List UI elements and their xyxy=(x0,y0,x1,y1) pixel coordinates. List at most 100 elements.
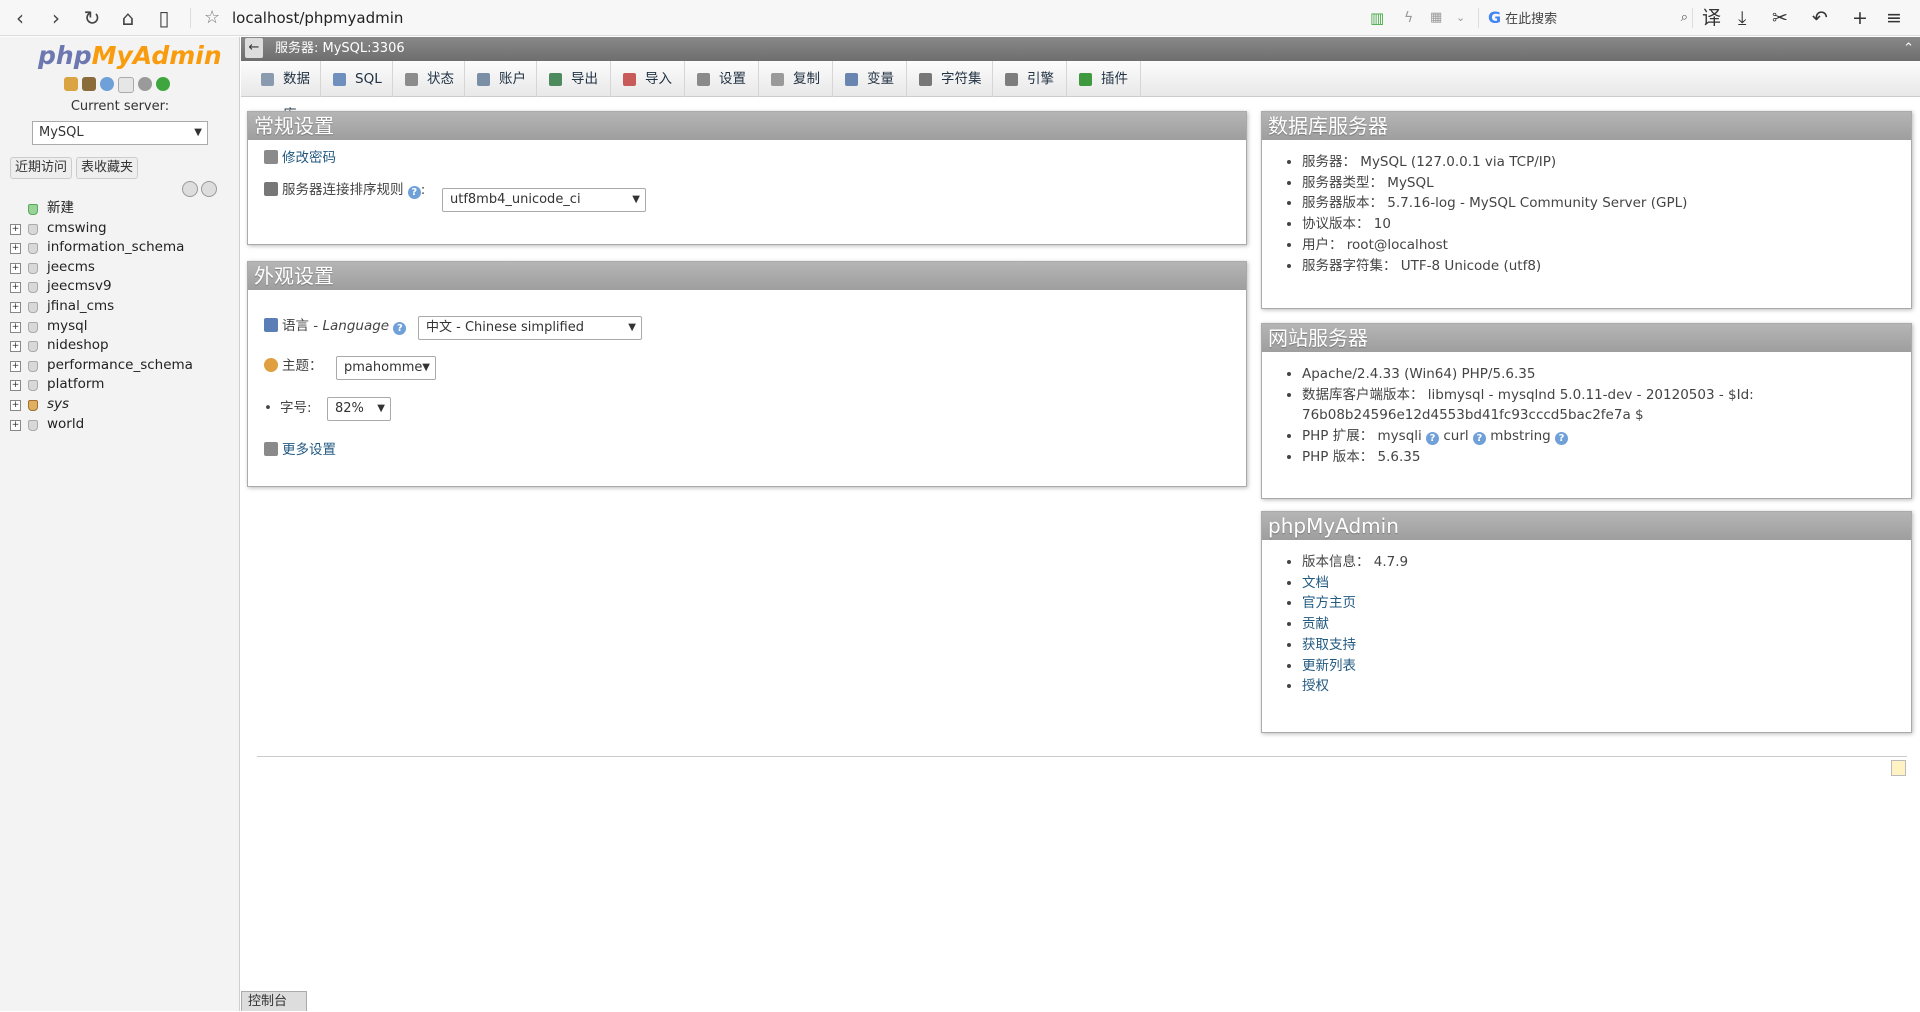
forward-icon[interactable]: › xyxy=(44,6,68,30)
bookmark-star-icon[interactable]: ☆ xyxy=(204,6,220,30)
download-icon[interactable]: ⤓ xyxy=(1738,6,1746,30)
tab-engines[interactable]: 引擎 xyxy=(993,61,1067,97)
tree-item-jeecmsv9[interactable]: + jeecmsv9 xyxy=(8,277,193,297)
contribute-link[interactable]: 贡献 xyxy=(1302,616,1329,632)
collation-select[interactable]: utf8mb4_unicode_ci ▼ xyxy=(442,188,646,212)
tab-import[interactable]: 导入 xyxy=(611,61,685,97)
font-size-select[interactable]: 82% ▼ xyxy=(327,397,391,421)
expand-icon[interactable]: + xyxy=(10,360,21,372)
screenshot-icon[interactable]: ✂ xyxy=(1772,6,1788,30)
tab-databases[interactable]: 数据库 xyxy=(249,61,321,123)
server-info-list: 服务器： MySQL (127.0.0.1 via TCP/IP) 服务器类型：… xyxy=(1262,152,1911,276)
home-icon[interactable] xyxy=(64,77,78,91)
charset-icon xyxy=(919,73,932,86)
database-tree: 新建 + cmswing + information_schema + jeecms … xyxy=(8,199,193,434)
gear-icon[interactable] xyxy=(138,77,152,91)
expand-icon[interactable]: + xyxy=(10,380,21,392)
tree-item-sys[interactable]: + sys xyxy=(8,395,193,415)
favorite-tables-button[interactable]: 表收藏夹 xyxy=(76,157,139,179)
expand-icon[interactable]: + xyxy=(10,321,21,333)
collapse-all-icon[interactable] xyxy=(182,181,198,197)
changelog-link[interactable]: 更新列表 xyxy=(1302,658,1356,674)
document-icon[interactable] xyxy=(1891,760,1906,776)
tree-item-information-schema[interactable]: + information_schema xyxy=(8,238,193,258)
tab-status[interactable]: 状态 xyxy=(393,61,465,97)
tree-item-new[interactable]: 新建 xyxy=(8,199,193,219)
variables-icon xyxy=(845,73,858,86)
address-bar[interactable]: localhost/phpmyadmin xyxy=(232,6,403,30)
link-icon[interactable] xyxy=(201,181,217,197)
tab-replication[interactable]: 复制 xyxy=(759,61,833,97)
undo-icon[interactable]: ↶ xyxy=(1812,6,1828,30)
help-icon[interactable] xyxy=(100,77,114,91)
tree-item-jeecms[interactable]: + jeecms xyxy=(8,258,193,278)
tab-variables[interactable]: 变量 xyxy=(833,61,907,97)
server-select[interactable]: MySQL ▼ xyxy=(32,121,208,145)
search-box[interactable]: G 在此搜索 ⌕ xyxy=(1488,6,1688,30)
database-icon xyxy=(261,73,274,86)
expand-icon[interactable]: + xyxy=(10,223,21,235)
tab-plugins[interactable]: 插件 xyxy=(1067,61,1141,97)
tab-export[interactable]: 导出 xyxy=(537,61,611,97)
theme-select[interactable]: pmahomme ▼ xyxy=(336,356,436,380)
help-icon[interactable]: ? xyxy=(1472,432,1486,446)
tree-item-cmswing[interactable]: + cmswing xyxy=(8,219,193,239)
help-icon[interactable]: ? xyxy=(393,322,407,335)
tab-sql[interactable]: SQL xyxy=(321,61,393,97)
logout-icon[interactable] xyxy=(82,77,96,91)
search-input[interactable]: 在此搜索 xyxy=(1505,12,1557,27)
menu-icon[interactable]: ≡ xyxy=(1886,6,1902,30)
expand-icon[interactable]: + xyxy=(10,262,21,274)
console-toggle[interactable]: 控制台 xyxy=(241,991,307,1011)
flash-icon[interactable]: ϟ xyxy=(1404,6,1413,30)
bullet: • xyxy=(264,400,272,416)
expand-icon[interactable]: + xyxy=(10,399,21,411)
expand-icon[interactable]: + xyxy=(10,243,21,255)
expand-icon[interactable]: + xyxy=(10,419,21,431)
import-icon xyxy=(623,73,636,86)
qr-icon[interactable]: ▦ xyxy=(1430,6,1442,30)
reload-icon[interactable]: ↻ xyxy=(80,6,104,30)
new-tab-icon[interactable]: + xyxy=(1852,6,1868,30)
collapse-icon[interactable]: ⌃ xyxy=(1903,37,1914,61)
back-icon[interactable]: ‹ xyxy=(8,6,32,30)
reader-icon[interactable]: ▯ xyxy=(152,6,176,30)
phpmyadmin-logo[interactable]: phpMyAdmin xyxy=(38,41,222,70)
tree-item-mysql[interactable]: + mysql xyxy=(8,317,193,337)
chevron-down-icon[interactable]: ⌄ xyxy=(1456,6,1465,30)
general-settings-panel: 常规设置 修改密码 服务器连接排序规则 ?: utf8mb4_unicode_c… xyxy=(247,111,1247,245)
expand-icon[interactable]: + xyxy=(10,282,21,294)
recent-tables-button[interactable]: 近期访问 xyxy=(10,157,73,179)
homepage-link[interactable]: 官方主页 xyxy=(1302,595,1356,611)
tab-charsets[interactable]: 字符集 xyxy=(907,61,993,97)
tree-item-nideshop[interactable]: + nideshop xyxy=(8,336,193,356)
breadcrumb[interactable]: 服务器: MySQL:3306 xyxy=(275,37,405,61)
help-icon[interactable]: ? xyxy=(1555,432,1569,446)
support-link[interactable]: 获取支持 xyxy=(1302,637,1356,653)
help-icon[interactable]: ? xyxy=(407,186,421,199)
language-select[interactable]: 中文 - Chinese simplified ▼ xyxy=(418,316,642,340)
tree-item-platform[interactable]: + platform xyxy=(8,375,193,395)
expand-icon[interactable]: + xyxy=(10,341,21,353)
reader-mode-icon[interactable]: ▥ xyxy=(1370,6,1384,30)
translate-icon[interactable]: 译 xyxy=(1702,6,1721,30)
tree-item-performance-schema[interactable]: + performance_schema xyxy=(8,356,193,376)
pma-info-list: 版本信息： 4.7.9 文档 官方主页 贡献 获取支持 更新列表 授权 xyxy=(1262,552,1911,697)
list-item: 官方主页 xyxy=(1302,593,1911,614)
more-settings-link[interactable]: 更多设置 xyxy=(282,442,336,458)
license-link[interactable]: 授权 xyxy=(1302,678,1329,694)
expand-icon[interactable]: + xyxy=(10,301,21,313)
collapse-nav-button[interactable]: ← xyxy=(245,38,263,58)
search-icon[interactable]: ⌕ xyxy=(1681,6,1688,30)
home-icon[interactable]: ⌂ xyxy=(116,6,140,30)
docs-icon[interactable] xyxy=(118,77,134,93)
browser-toolbar: ‹ › ↻ ⌂ ▯ ☆ localhost/phpmyadmin ▥ ϟ ▦ ⌄… xyxy=(0,0,1920,36)
tab-settings[interactable]: 设置 xyxy=(685,61,759,97)
reload-icon[interactable] xyxy=(156,77,170,91)
tree-item-world[interactable]: + world xyxy=(8,415,193,435)
help-icon[interactable]: ? xyxy=(1426,432,1440,446)
tab-accounts[interactable]: 账户 xyxy=(465,61,537,97)
tree-item-jfinal-cms[interactable]: + jfinal_cms xyxy=(8,297,193,317)
change-password-link[interactable]: 修改密码 xyxy=(282,150,336,166)
docs-link[interactable]: 文档 xyxy=(1302,575,1329,591)
